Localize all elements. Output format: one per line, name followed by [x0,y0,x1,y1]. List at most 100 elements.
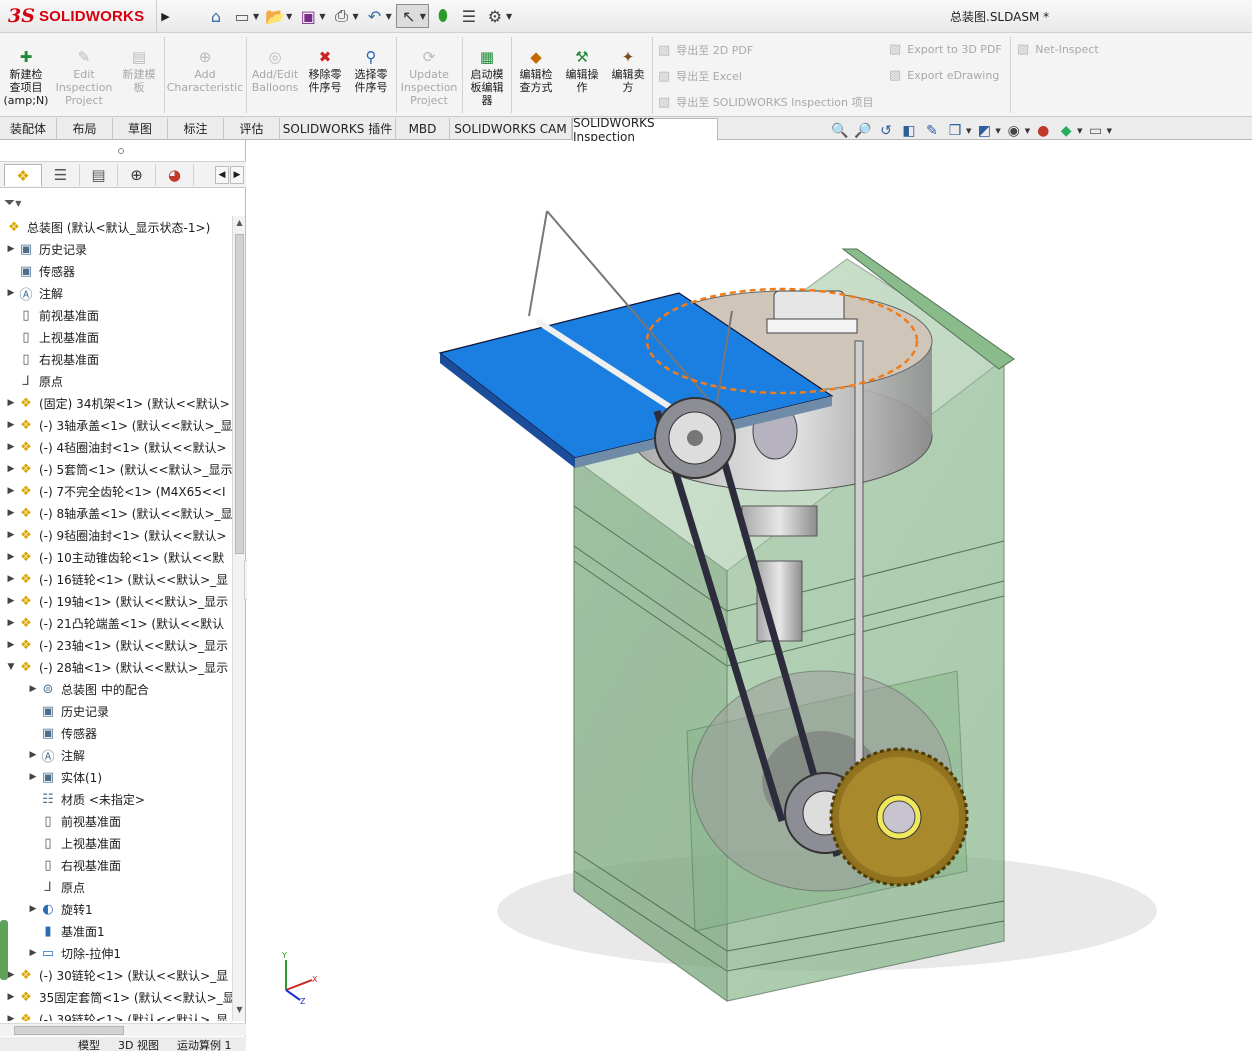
tree-expander-icon[interactable]: ▶ [6,992,16,1002]
home-button[interactable]: ⌂ [204,4,228,28]
chevron-down-icon[interactable]: ▼ [506,12,512,21]
section-view-button[interactable]: ◧ [899,121,919,141]
export-2d-pdf-button[interactable]: ▧ 导出至 2D PDF [658,42,753,58]
hide-show-items-button[interactable]: ◉ ▼ [1004,121,1031,141]
tree-item[interactable]: ▮ 基准面1 [28,920,104,942]
new-template-button[interactable]: ▤ 新建模 板 [116,47,162,94]
view-settings-button[interactable]: ▭ ▼ [1086,121,1112,141]
tree-expander-icon[interactable]: ▶ [6,420,16,430]
scroll-up-icon[interactable]: ▲ [234,218,245,232]
tree-item[interactable]: ▯ 右视基准面 [6,348,99,370]
update-inspection-project-button[interactable]: ⟳ Update Inspection Project [398,47,460,107]
tree-item[interactable]: ▯ 上视基准面 [28,832,121,854]
tree-expander-icon[interactable]: ▶ [28,948,38,958]
tree-item[interactable]: ▶ ▭ 切除-拉伸1 [28,942,121,964]
tab-sketch[interactable]: 草图 [113,118,168,139]
tree-expander-icon[interactable]: ▶ [6,640,16,650]
tree-item[interactable]: ▶ ❖ (-) 39链轮<1> (默认<<默认>_显 [6,1008,229,1022]
tree-item[interactable]: ▶ ❖ (-) 8轴承盖<1> (默认<<默认>_显 [6,502,232,524]
tree-expander-icon[interactable]: ▶ [6,442,16,452]
tree-expander-icon[interactable]: ▶ [6,486,16,496]
tree-item[interactable]: ❖ 总装图 (默认<默认_显示状态-1>) [4,216,210,238]
assembly-model[interactable] [247,141,1252,1051]
tree-item[interactable]: ▶ ⊜ 总装图 中的配合 [28,678,149,700]
tab-markup[interactable]: 标注 [168,118,224,139]
tree-expander-icon[interactable]: ▶ [6,618,16,628]
new-inspection-project-button[interactable]: ✚ 新建检 查项目 (amp;N) [4,47,49,107]
tree-item[interactable]: ▶ ▣ 历史记录 [6,238,87,260]
tree-item[interactable]: ▶ ❖ (-) 3轴承盖<1> (默认<<默认>_显 [6,414,232,436]
tree-vertical-scrollbar[interactable]: ▲ ▼ [232,216,245,1021]
add-characteristic-button[interactable]: ⊕ Add Characteristic [166,47,244,94]
tree-expander-icon[interactable]: ▶ [6,508,16,518]
tree-expander-icon[interactable]: ▶ [6,1014,16,1021]
panel-grip-icon[interactable] [118,148,124,154]
chevron-down-icon[interactable]: ▼ [319,12,325,21]
remove-part-sequence-button[interactable]: ✖ 移除零 件序号 [303,47,347,94]
tree-expander-icon[interactable]: ▶ [6,244,16,254]
select-button[interactable]: ↖ ▼ [395,4,429,28]
tree-expander-icon[interactable]: ▶ [6,552,16,562]
chevron-down-icon[interactable]: ▼ [420,12,426,21]
tree-item[interactable]: ▣ 历史记录 [28,700,109,722]
tree-item[interactable]: ⅃ 原点 [28,876,85,898]
tree-item[interactable]: ▶ Ⓐ 注解 [28,744,85,766]
save-button[interactable]: ▣ ▼ [296,4,327,28]
tab-model[interactable]: 模型 [78,1037,100,1051]
export-3d-pdf-button[interactable]: ▧ Export to 3D PDF [889,42,1002,57]
tree-item[interactable]: ▶ ❖ (-) 23轴<1> (默认<<默认>_显示 [6,634,229,656]
edit-appearance-button[interactable]: ● [1033,121,1053,141]
chevron-down-icon[interactable]: ▼ [995,127,1000,135]
tree-item[interactable]: ▶ ❖ 35固定套筒<1> (默认<<默认>_显 [6,986,232,1008]
apply-scene-button[interactable]: ◆ ▼ [1056,121,1083,141]
tree-expander-icon[interactable]: ▶ [6,464,16,474]
chevron-down-icon[interactable]: ▼ [966,127,971,135]
export-edrawing-button[interactable]: ▧ Export eDrawing [889,68,999,83]
tab-nav-left-icon[interactable]: ◀ [215,166,229,184]
launch-template-editor-button[interactable]: ▦ 启动模 板编辑 器 [465,47,509,107]
tab-nav-right-icon[interactable]: ▶ [230,166,244,184]
tab-mbd[interactable]: MBD [396,118,450,139]
tree-item[interactable]: ▶ ❖ (固定) 34机架<1> (默认<<默认> [6,392,230,414]
tree-item[interactable]: ▯ 右视基准面 [28,854,121,876]
net-inspect-button[interactable]: ▧ Net-Inspect [1017,42,1099,57]
print-button[interactable]: ⎙ ▼ [329,4,360,28]
scroll-thumb[interactable] [235,234,244,554]
options-button[interactable]: ⚙ ▼ [483,4,514,28]
tree-item[interactable]: ☷ 材质 <未指定> [28,788,145,810]
tree-filter[interactable]: ⏷ ▼ [4,192,240,214]
view-orientation-button[interactable]: ❒ ▼ [945,121,972,141]
chevron-down-icon[interactable]: ▼ [253,12,259,21]
tree-item[interactable]: ▣ 传感器 [6,260,75,282]
tree-horizontal-scrollbar[interactable] [0,1023,246,1036]
edit-inspection-project-button[interactable]: ✎ Edit Inspection Project [52,47,116,107]
chevron-down-icon[interactable]: ▼ [352,12,358,21]
tab-property-manager[interactable]: ☰ [42,164,80,186]
tab-assembly[interactable]: 装配体 [0,118,57,139]
tree-expander-icon[interactable]: ▶ [28,904,38,914]
tab-layout[interactable]: 布局 [57,118,113,139]
tree-item[interactable]: ▯ 前视基准面 [28,810,121,832]
dynamic-annotation-button[interactable]: ✎ [922,121,942,141]
tree-item[interactable]: ▶ ◐ 旋转1 [28,898,93,920]
tab-dimxpert-manager[interactable]: ⊕ [118,164,156,186]
tree-expander-icon[interactable]: ▶ [28,684,38,694]
tree-item[interactable]: ▯ 前视基准面 [6,304,99,326]
scroll-down-icon[interactable]: ▼ [234,1005,245,1019]
tab-feature-manager[interactable]: ❖ [4,164,42,186]
tab-3d-views[interactable]: 3D 视图 [118,1037,159,1051]
tree-item[interactable]: ▯ 上视基准面 [6,326,99,348]
file-properties-button[interactable]: ☰ [457,4,481,28]
tree-item[interactable]: ▶ ❖ (-) 9毡圈油封<1> (默认<<默认> [6,524,227,546]
tree-expander-icon[interactable]: ▶ [6,398,16,408]
tree-expander-icon[interactable]: ▶ [28,772,38,782]
undo-button[interactable]: ↶ ▼ [363,4,394,28]
rollback-bar[interactable] [0,920,8,980]
tree-item[interactable]: ▶ ❖ (-) 21凸轮端盖<1> (默认<<默认 [6,612,225,634]
tree-item[interactable]: ▼ ❖ (-) 28轴<1> (默认<<默认>_显示 [6,656,229,678]
tab-display-manager[interactable]: ◕ [156,164,194,186]
tree-item[interactable]: ▶ ❖ (-) 30链轮<1> (默认<<默认>_显 [6,964,229,986]
previous-view-button[interactable]: ↺ [876,121,896,141]
add-edit-balloons-button[interactable]: ◎ Add/Edit Balloons [248,47,302,94]
tree-item[interactable]: ▶ Ⓐ 注解 [6,282,63,304]
